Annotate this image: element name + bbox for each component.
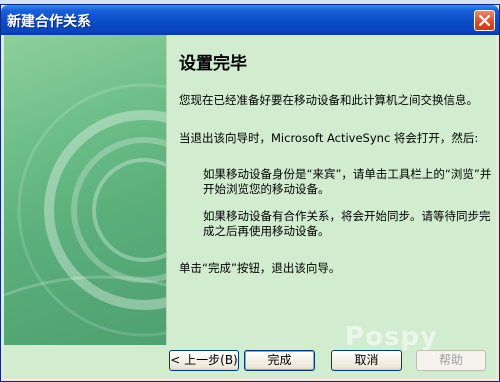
back-button[interactable]: < 上一步(B) [169,350,239,371]
finish-button[interactable]: 完成 [244,350,315,371]
watermark-logo: Pospy [345,322,438,352]
window-title: 新建合作关系 [7,14,91,30]
page-title: 设置完毕 [179,54,247,74]
cancel-button[interactable]: 取消 [331,350,402,371]
wizard-window: 新建合作关系 设置完毕 您现在已经准备好要在移动设备和此计算机之间交换信息。 当… [0,4,500,382]
wizard-body: 设置完毕 您现在已经准备好要在移动设备和此计算机之间交换信息。 当退出该向导时，… [4,35,496,345]
intro-text: 您现在已经准备好要在移动设备和此计算机之间交换信息。 [179,93,478,107]
wizard-side-banner [4,35,166,345]
wizard-content: 设置完毕 您现在已经准备好要在移动设备和此计算机之间交换信息。 当退出该向导时，… [166,35,496,345]
title-bar[interactable]: 新建合作关系 [1,5,499,35]
decorative-rings-graphic [4,83,166,337]
sync-text: 如果移动设备有合作关系，将会开始同步。请等待同步完成之后再使用移动设备。 [203,209,491,238]
close-icon [479,15,490,26]
help-button[interactable]: 帮助 [416,350,486,371]
finish-instruction-text: 单击“完成”按钮，退出该向导。 [179,261,341,275]
close-button[interactable] [474,10,495,31]
exit-text: 当退出该向导时，Microsoft ActiveSync 将会打开，然后: [179,131,479,145]
guest-text: 如果移动设备身份是“来宾”，请单击工具栏上的“浏览”并开始浏览您的移动设备。 [203,167,492,196]
